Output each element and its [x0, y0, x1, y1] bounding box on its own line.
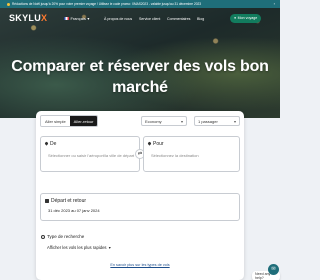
search-type-select[interactable]: Afficher les vols les plus rapides ▾	[47, 245, 111, 250]
filter-icon	[41, 234, 45, 239]
location-pin-icon	[148, 142, 151, 146]
my-trip-button[interactable]: ● Mon voyage	[230, 14, 262, 23]
trip-type-toggle: Aller simple Aller-retour	[40, 115, 99, 127]
promo-icon	[7, 2, 10, 6]
search-type-toggle[interactable]: Type de recherche	[41, 234, 84, 239]
trip-type-one-way[interactable]: Aller simple	[41, 116, 70, 126]
chevron-down-icon: ▾	[180, 119, 183, 124]
nav-reviews[interactable]: Commentaires	[167, 17, 190, 21]
chevron-right-icon[interactable]: ›	[274, 0, 275, 8]
chevron-down-icon: ▾	[233, 119, 236, 124]
page-title: Comparer et réserver des vols bon marché	[11, 58, 269, 96]
origin-label: De	[50, 141, 57, 147]
promo-text: Réductions de Noël jusqu'à 20% pour votr…	[12, 2, 202, 6]
destination-label: Pour	[153, 141, 164, 147]
site-header: SKYLUX Français ▾ À propos de nous Servi…	[0, 8, 280, 28]
trip-type-return[interactable]: Aller-retour	[69, 116, 98, 126]
chevron-down-icon: ▾	[87, 16, 90, 21]
origin-field[interactable]: De Sélectionner ou saisir l'aéroport/la …	[40, 136, 140, 172]
my-trip-label: Mon voyage	[237, 16, 258, 20]
nav-about[interactable]: À propos de nous	[104, 17, 132, 21]
dates-field[interactable]: Départ et retour 31 déc 2023 au 07 janv …	[40, 193, 240, 221]
dates-label: Départ et retour	[51, 198, 87, 204]
promo-banner[interactable]: Réductions de Noël jusqu'à 20% pour votr…	[0, 0, 280, 8]
destination-field[interactable]: Pour Sélectionnez la destination	[143, 136, 240, 172]
location-pin-icon	[45, 142, 48, 146]
chevron-down-icon: ▾	[108, 245, 111, 250]
passengers-select[interactable]: 1 passager ▾	[194, 116, 240, 126]
flight-types-link[interactable]: En savoir plus sur les types de vols	[36, 263, 244, 267]
chat-icon[interactable]: ✉	[268, 264, 279, 275]
search-type-label: Type de recherche	[47, 234, 85, 239]
dates-value: 31 déc 2023 au 07 janv 2024	[48, 208, 100, 213]
nav-customer-service[interactable]: Service client	[139, 17, 160, 21]
calendar-icon	[45, 199, 49, 203]
origin-input[interactable]: Sélectionner ou saisir l'aéroport/la vil…	[48, 153, 136, 159]
nav-blog[interactable]: Blog	[197, 17, 204, 21]
destination-input[interactable]: Sélectionnez la destination	[151, 153, 236, 159]
cabin-class-select[interactable]: Economy ▾	[141, 116, 187, 126]
flight-search-form: Aller simple Aller-retour Economy ▾ 1 pa…	[36, 111, 244, 280]
france-flag-icon	[64, 16, 69, 21]
logo[interactable]: SKYLUX	[9, 13, 47, 23]
language-selector[interactable]: Français ▾	[64, 16, 89, 21]
user-icon: ●	[234, 16, 237, 20]
language-label: Français	[70, 16, 86, 21]
